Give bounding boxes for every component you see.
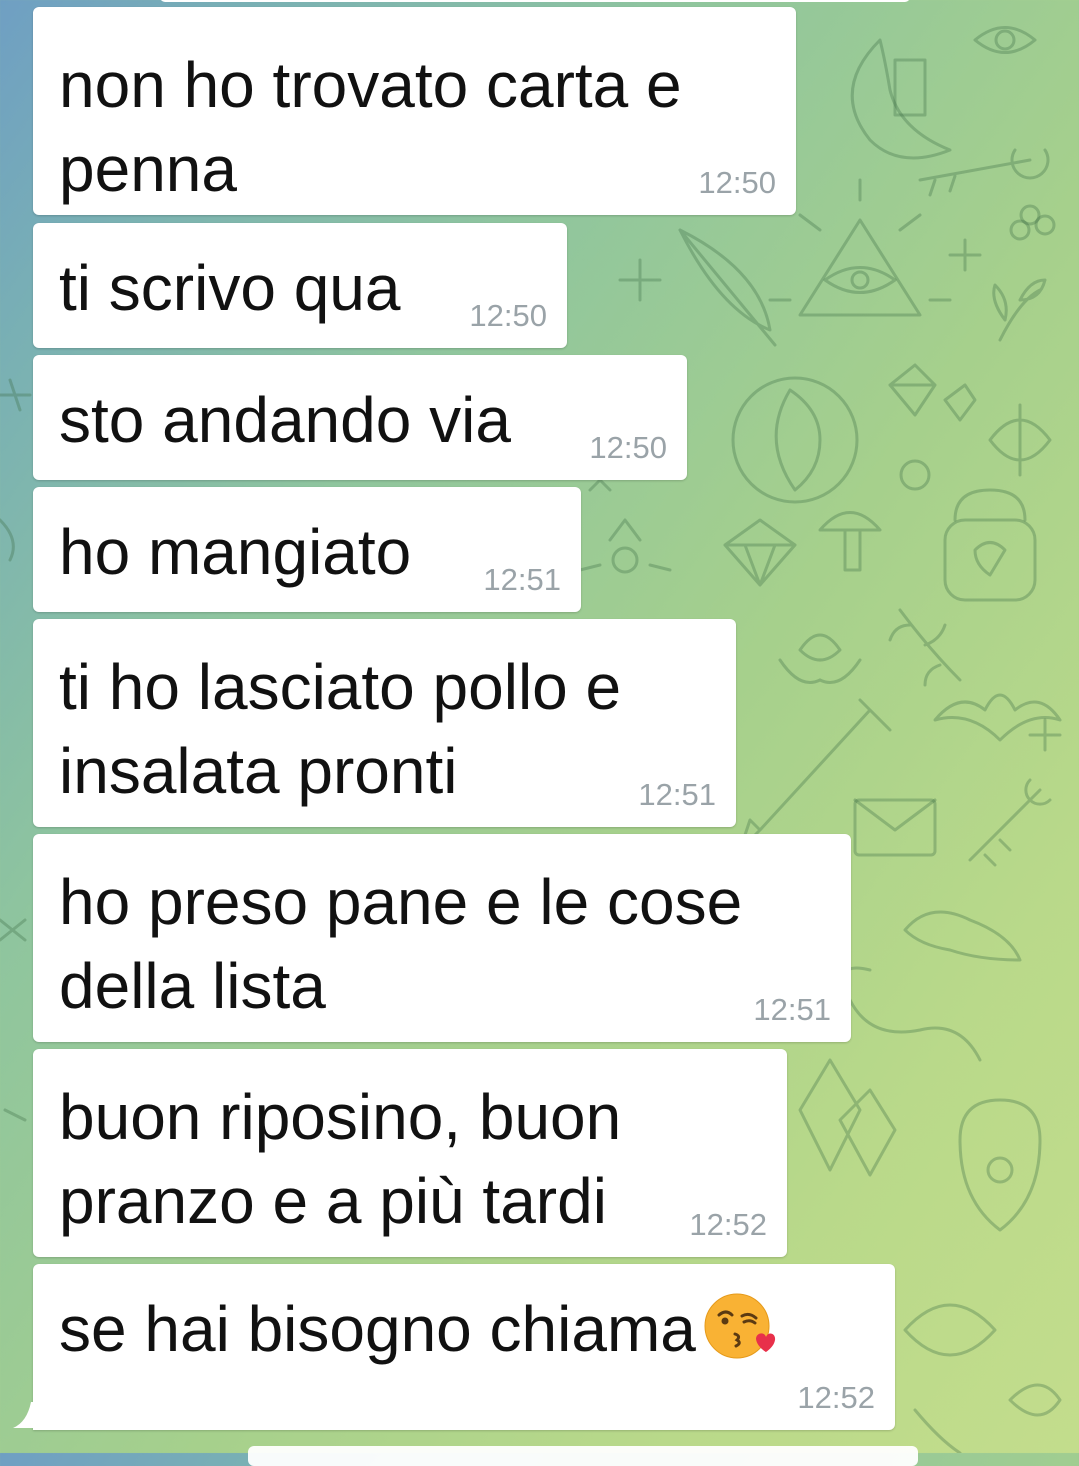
message-time: 12:50 — [469, 298, 547, 333]
message-time: 12:50 — [698, 165, 776, 200]
message-bubble[interactable]: ti scrivo qua 12:50 — [33, 223, 567, 348]
message-time: 12:51 — [483, 562, 561, 597]
bubble-tail — [13, 1402, 35, 1428]
message-text: buon riposino, buon pranzo e a più tardi — [59, 1081, 622, 1237]
message-bubble[interactable]: se hai bisogno chiama 12:52 — [33, 1264, 895, 1430]
message-text: ho mangiato — [59, 516, 412, 588]
message-text: se hai bisogno chiama — [59, 1287, 871, 1371]
message-text: ti ho lasciato pollo e insalata pronti — [59, 651, 622, 807]
message-bubble[interactable]: non ho trovato carta e penna 12:50 — [33, 7, 796, 215]
message-bubble[interactable]: sto andando via 12:50 — [33, 355, 687, 480]
message-list[interactable]: non ho trovato carta e penna 12:50 ti sc… — [0, 0, 1079, 1453]
message-bubble[interactable]: ho mangiato 12:51 — [33, 487, 581, 612]
message-text: non ho trovato carta e penna — [59, 49, 682, 205]
message-time: 12:50 — [589, 430, 667, 465]
next-message-edge — [248, 1446, 918, 1466]
message-time: 12:51 — [753, 992, 831, 1027]
message-text-content: se hai bisogno chiama — [59, 1293, 696, 1365]
message-text: sto andando via — [59, 384, 511, 456]
message-time: 12:52 — [797, 1380, 875, 1415]
message-bubble[interactable]: ho preso pane e le cose della lista 12:5… — [33, 834, 851, 1042]
message-time: 12:52 — [689, 1207, 767, 1242]
message-bubble[interactable]: buon riposino, buon pranzo e a più tardi… — [33, 1049, 787, 1257]
message-bubble[interactable]: ti ho lasciato pollo e insalata pronti 1… — [33, 619, 736, 827]
message-time: 12:51 — [638, 777, 716, 812]
kissing-heart-emoji — [704, 1293, 775, 1359]
message-text: ho preso pane e le cose della lista — [59, 866, 743, 1022]
